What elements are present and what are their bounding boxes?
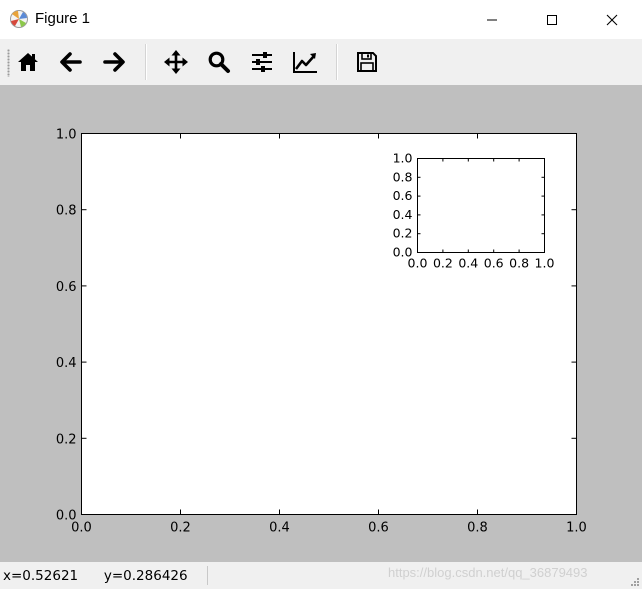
- main-y-tick-label: 0.8: [56, 204, 77, 219]
- edit-parameters-button[interactable]: [288, 45, 322, 79]
- home-button[interactable]: [11, 45, 45, 79]
- move-icon: [164, 50, 188, 74]
- forward-button[interactable]: [97, 45, 131, 79]
- save-button[interactable]: [350, 45, 384, 79]
- subplots-button[interactable]: [245, 45, 279, 79]
- title-bar[interactable]: Figure 1: [0, 0, 642, 39]
- home-icon: [18, 53, 38, 71]
- cursor-coordinates: x=0.52621 y=0.286426: [3, 568, 188, 584]
- inset-y-tick-label: 0.6: [393, 188, 413, 203]
- line-chart-icon: [293, 52, 317, 73]
- search-icon: [208, 51, 230, 73]
- toolbar-grip[interactable]: [7, 49, 10, 77]
- toolbar-separator: [145, 44, 147, 80]
- status-bar: x=0.52621 y=0.286426 https://blog.csdn.n…: [0, 562, 642, 589]
- inset-y-tick-label: 0.4: [393, 207, 413, 222]
- floppy-disk-icon: [357, 52, 377, 72]
- main-x-tick-label: 1.0: [566, 521, 587, 536]
- main-y-tick-label: 0.6: [56, 280, 77, 295]
- inset-x-tick-label: 0.2: [433, 256, 453, 271]
- inset-y-tick-label: 0.2: [393, 226, 413, 241]
- plot-svg[interactable]: 0.0 0.2 0.4 0.6 0.8 1.00.00.20.40.60.81.00.0 0…: [0, 85, 642, 562]
- minimize-button[interactable]: [462, 0, 522, 39]
- inset-x-tick-label: 1.0: [535, 256, 555, 271]
- matplotlib-logo-icon: [10, 10, 28, 28]
- window-title: Figure 1: [35, 10, 91, 27]
- pan-button[interactable]: [159, 45, 193, 79]
- main-x-tick-label: 0.8: [467, 521, 488, 536]
- minimize-icon: [487, 19, 497, 20]
- close-icon: [606, 14, 618, 25]
- inset-y-tick-label: 0.0: [393, 245, 413, 260]
- inset-y-tick-label: 1.0: [393, 151, 413, 166]
- inset-x-tick-label: 0.8: [509, 256, 529, 271]
- back-button[interactable]: [54, 45, 88, 79]
- main-x-tick-label: 0.2: [170, 521, 191, 536]
- status-separator: [207, 566, 208, 585]
- zoom-button[interactable]: [202, 45, 236, 79]
- main-x-tick-label: 0.6: [368, 521, 389, 536]
- inset-x-tick-label: 0.4: [458, 256, 478, 271]
- close-button[interactable]: [582, 0, 642, 39]
- sliders-icon: [252, 52, 272, 72]
- main-y-tick-label: 0.4: [56, 356, 77, 371]
- main-y-tick-label: 1.0: [56, 128, 77, 143]
- navigation-toolbar: [0, 39, 642, 85]
- toolbar-separator: [336, 44, 338, 80]
- resize-grip-icon[interactable]: [630, 577, 640, 587]
- maximize-button[interactable]: [522, 0, 582, 39]
- main-y-tick-label: 0.2: [56, 432, 77, 447]
- arrow-left-icon: [60, 52, 82, 72]
- watermark-text: https://blog.csdn.net/qq_36879493: [388, 565, 588, 580]
- main-y-tick-label: 0.0: [56, 509, 77, 524]
- inset-plot-area: [417, 158, 545, 253]
- maximize-icon: [547, 14, 557, 25]
- main-x-tick-label: 0.4: [269, 521, 290, 536]
- inset-y-tick-label: 0.8: [393, 169, 413, 184]
- figure-canvas[interactable]: 0.0 0.2 0.4 0.6 0.8 1.0 0.0 0.2 0.4 0.6 0.8 1.0 0.0 0…: [0, 85, 642, 562]
- arrow-right-icon: [103, 52, 125, 72]
- inset-x-tick-label: 0.6: [484, 256, 504, 271]
